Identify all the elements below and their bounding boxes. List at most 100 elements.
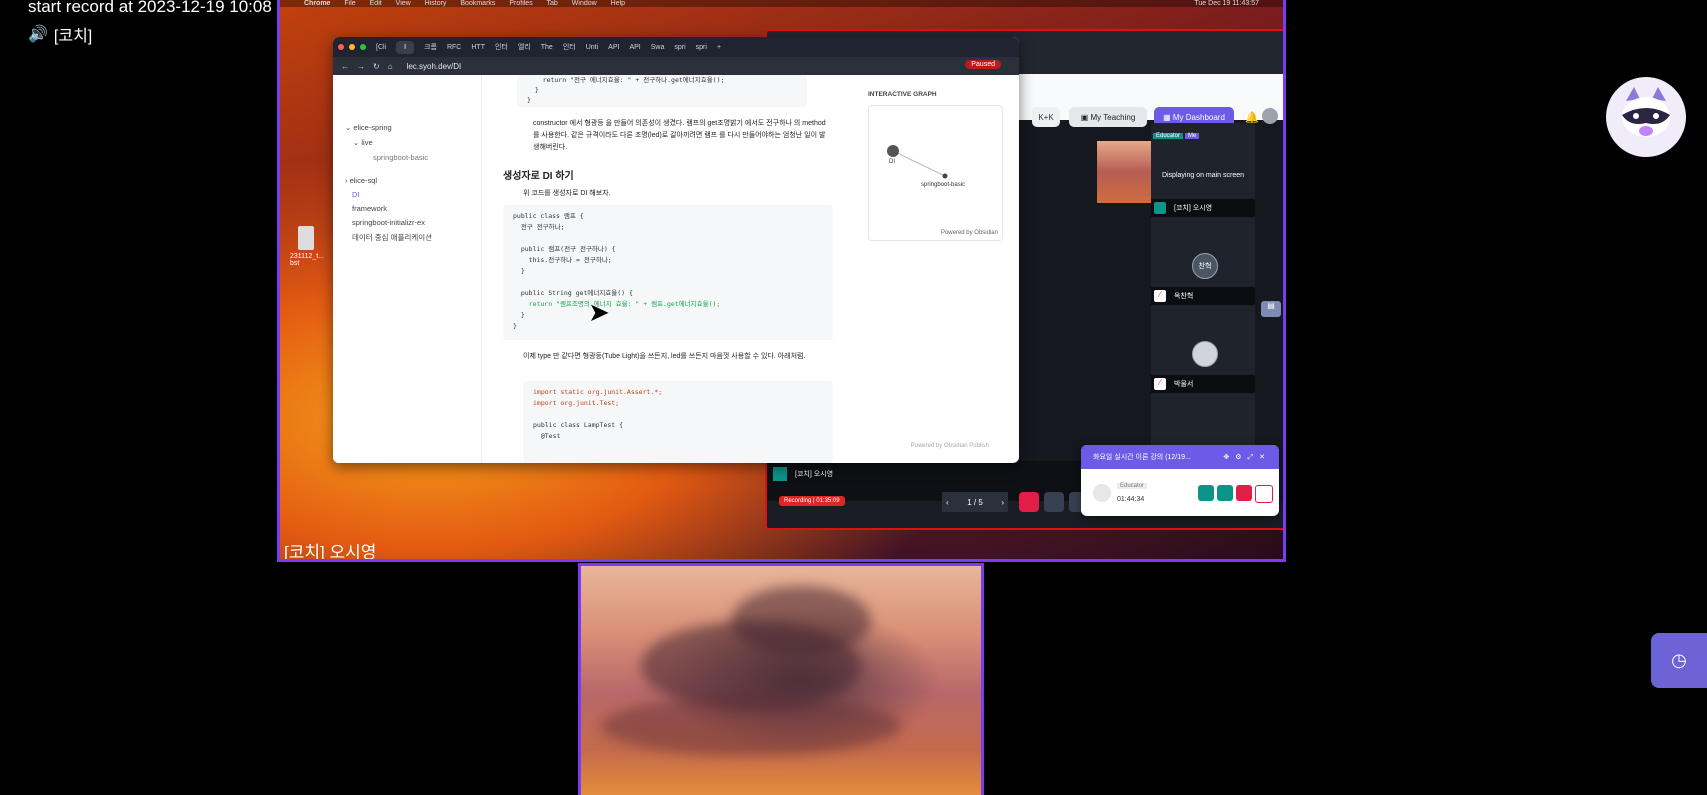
forward-icon[interactable]: →: [357, 62, 365, 71]
reload-icon[interactable]: ↻: [373, 62, 380, 71]
graph-node-springboot: [942, 173, 948, 179]
minimize-window-icon[interactable]: [349, 44, 355, 50]
code-block: public class 램프 { 전구 전구하나; public 램프(전구 …: [503, 205, 833, 340]
graph-title: INTERACTIVE GRAPH: [868, 91, 937, 98]
elapsed-time: 01:44:34: [1117, 496, 1145, 503]
record-button[interactable]: [1019, 492, 1039, 512]
graph-node-label: DI: [889, 159, 895, 165]
chevron-left-icon[interactable]: ‹: [946, 498, 949, 507]
page-navigator[interactable]: ‹ 1 / 5 ›: [942, 492, 1008, 512]
layout-button[interactable]: [1044, 492, 1064, 512]
speaker-icon: 🔊: [28, 26, 48, 43]
participant-label: [코치] 오시영: [1151, 199, 1255, 217]
participant-label: ⁄ 옥찬혁: [1151, 287, 1255, 305]
speaker-name: [코치]: [53, 28, 93, 45]
record-button[interactable]: [1236, 485, 1252, 501]
graph-canvas[interactable]: [869, 106, 1002, 240]
mic-off-icon: ⁄: [1154, 378, 1166, 390]
recording-title: start record at 2023-12-19 10:08: [28, 0, 272, 16]
back-icon[interactable]: ←: [341, 62, 349, 71]
browser-tab[interactable]: 크롬: [424, 42, 437, 52]
sidebar-item[interactable]: framework: [352, 204, 387, 213]
browser-tab[interactable]: 엘리: [518, 42, 531, 52]
profile-paused-chip[interactable]: Paused: [965, 60, 1001, 69]
browser-tab-active[interactable]: I: [396, 40, 415, 54]
recording-badge: Recording | 01:35:09: [779, 496, 845, 506]
desktop-file-label: 231112_t... bst: [290, 253, 324, 267]
camera-tile[interactable]: [578, 563, 984, 795]
switch-button[interactable]: K+K: [1032, 107, 1060, 127]
browser-tab[interactable]: spri: [674, 44, 685, 51]
browser-window[interactable]: [Cli I 크롬 RFC HTT 인터 엘리 The 인터 Unti API …: [333, 37, 1019, 463]
leave-button[interactable]: [1255, 485, 1273, 503]
browser-tab[interactable]: Swa: [651, 44, 665, 51]
menubar-item: Window: [571, 0, 597, 7]
me-badge: Me: [1185, 133, 1200, 139]
menubar-item: Edit: [369, 0, 382, 7]
menubar-item: View: [395, 0, 411, 7]
url-input[interactable]: lec.syoh.dev/DI: [407, 62, 462, 71]
browser-tab[interactable]: 인터: [495, 42, 508, 52]
my-teaching-button[interactable]: ▣ My Teaching: [1069, 107, 1147, 127]
bullet-text: constructor 에서 형광등 을 만들어 의존성이 생겼다. 램프의 g…: [533, 120, 826, 151]
class-floating-panel[interactable]: 화요일 실시간 이론 강의 (12/19... ✥⚙⤢✕ Educator 01…: [1081, 445, 1279, 516]
browser-tab[interactable]: RFC: [447, 44, 461, 51]
profile-avatar[interactable]: [1262, 108, 1278, 124]
sidebar-folder[interactable]: › elice-sql: [345, 176, 377, 185]
maximize-window-icon[interactable]: [360, 44, 366, 50]
new-tab-icon[interactable]: +: [717, 44, 721, 51]
code-block: import static org.junit.Assert.*; import…: [523, 381, 833, 463]
menubar-item: File: [344, 0, 356, 7]
mouse-cursor-icon: ➤: [588, 297, 610, 327]
browser-tab[interactable]: spri: [696, 44, 707, 51]
clock-icon: ◷: [1671, 650, 1687, 670]
desktop-file-icon[interactable]: [298, 226, 314, 250]
camera-icon: [1154, 202, 1166, 214]
graph-node-di: [887, 145, 899, 157]
participant-name: [코치] 오시영: [284, 543, 377, 562]
camera-button[interactable]: [1198, 485, 1214, 501]
code-block: return "전구 에너지효율: " + 전구하나.get에너지효율(); }…: [517, 75, 807, 107]
sidebar-folder[interactable]: ⌄ live: [353, 138, 373, 147]
camera-icon: [773, 467, 787, 481]
section-heading: 생성자로 DI 하기: [503, 171, 574, 182]
graph-footer: Powered by Obsidian: [940, 230, 998, 236]
close-window-icon[interactable]: [338, 44, 344, 50]
notes-sidebar: ⌄ elice-spring ⌄ live springboot-basic ›…: [333, 75, 482, 463]
chat-icon[interactable]: ▤: [1261, 301, 1281, 317]
sidebar-item[interactable]: 데이터 중심 애플리케이션: [352, 232, 432, 243]
sidebar-folder[interactable]: ⌄ elice-spring: [345, 123, 392, 132]
sidebar-item-active[interactable]: DI: [352, 190, 360, 199]
chevron-right-icon[interactable]: ›: [1001, 498, 1004, 507]
panel-header: 화요일 실시간 이론 강의 (12/19... ✥⚙⤢✕: [1081, 445, 1279, 469]
menubar-item: Bookmarks: [460, 0, 496, 7]
browser-tab[interactable]: The: [541, 44, 553, 51]
participant-avatar: 찬혁: [1192, 253, 1218, 279]
home-icon[interactable]: ⌂: [388, 62, 393, 71]
menubar-item: History: [424, 0, 447, 7]
history-button[interactable]: ◷: [1651, 633, 1707, 688]
browser-tab[interactable]: 인터: [563, 42, 576, 52]
bullet-text: 위 코드를 생성자로 DI 해보자.: [523, 190, 611, 197]
browser-tab[interactable]: Unti: [586, 44, 598, 51]
participant-avatar: [1192, 341, 1218, 367]
browser-tabbar: [Cli I 크롬 RFC HTT 인터 엘리 The 인터 Unti API …: [333, 37, 1019, 57]
interactive-graph[interactable]: DI springboot-basic Powered by Obsidian: [868, 105, 1003, 241]
active-speaker: 🔊 [코치]: [28, 22, 92, 46]
share-button[interactable]: [1217, 485, 1233, 501]
menubar-item: Tab: [546, 0, 558, 7]
browser-tab[interactable]: [Cli: [376, 44, 386, 51]
browser-tab[interactable]: HTT: [471, 44, 485, 51]
sidebar-item[interactable]: springboot-basic: [373, 153, 428, 162]
browser-tab[interactable]: API: [629, 44, 640, 51]
book-icon: ▣: [1080, 112, 1091, 122]
self-video-label: [코치] 오시영: [773, 467, 833, 481]
mascot-graphic: [1622, 87, 1670, 137]
bullet-text: 이제 type 만 같다면 형광등(Tube Light)을 쓰든지, led를…: [523, 353, 806, 360]
shared-screen-tile[interactable]: Chrome File Edit View History Bookmarks …: [277, 0, 1286, 562]
sidebar-item[interactable]: springboot-initializr-ex: [352, 218, 425, 227]
browser-tab[interactable]: API: [608, 44, 619, 51]
panel-controls-icons[interactable]: ✥⚙⤢✕: [1223, 453, 1271, 462]
grid-icon: ▦: [1163, 112, 1173, 122]
raccoon-mascot[interactable]: [1606, 77, 1686, 157]
